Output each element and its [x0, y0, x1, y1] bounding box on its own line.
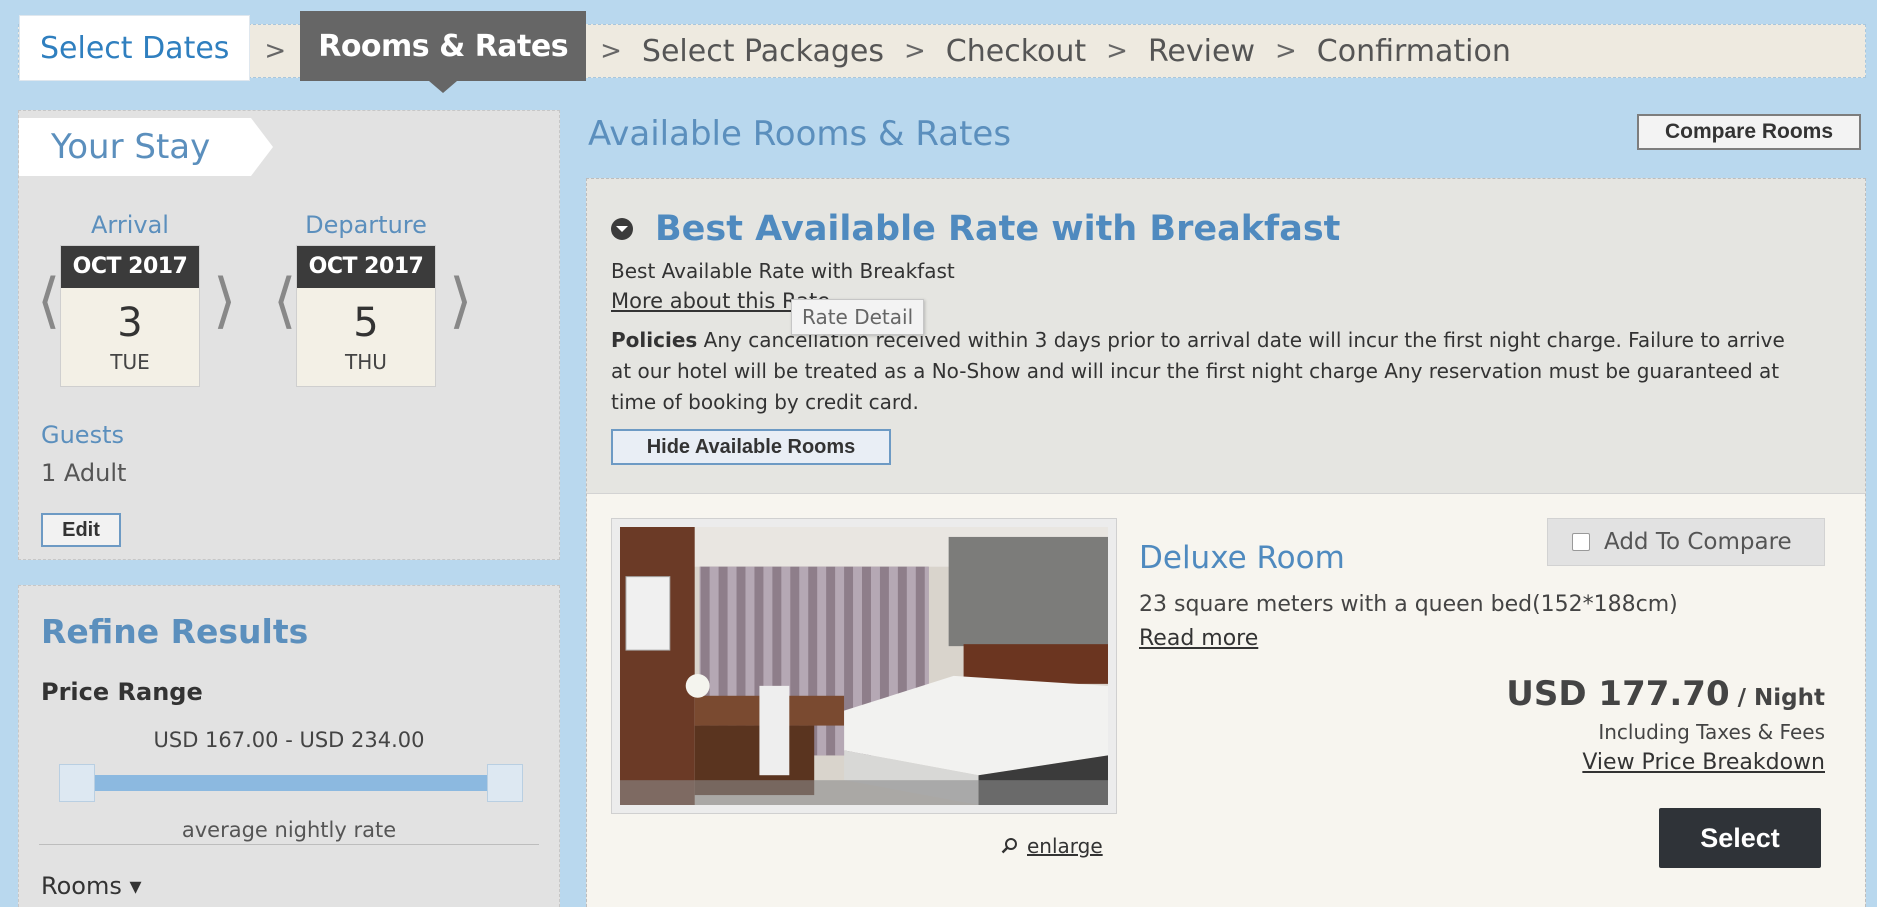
room-description: 23 square meters with a queen bed(152*18…	[1139, 592, 1678, 617]
departure-caption: Departure	[305, 211, 427, 239]
step-review: Review	[1147, 33, 1255, 69]
arrival-day: 3	[117, 300, 143, 346]
rate-header: Best Available Rate with Breakfast	[611, 209, 1340, 249]
view-price-breakdown-link[interactable]: View Price Breakdown	[1582, 750, 1825, 775]
refine-divider	[39, 844, 539, 845]
room-card-deluxe: enlarge Deluxe Room 23 square meters wit…	[587, 493, 1865, 907]
room-name[interactable]: Deluxe Room	[1139, 540, 1345, 576]
booking-steps: Select Dates > Rooms & Rates > Select Pa…	[18, 11, 1866, 93]
step-separator: >	[264, 36, 287, 66]
price-range-label: Price Range	[41, 678, 203, 706]
magnifier-icon	[1001, 838, 1017, 854]
price-range-value: USD 167.00 - USD 234.00	[153, 728, 425, 752]
price-range-slider	[59, 764, 523, 802]
rate-detail-tooltip: Rate Detail	[791, 299, 925, 335]
compare-rooms-button[interactable]: Compare Rooms	[1637, 114, 1861, 150]
policies-text: Any cancellation received within 3 days …	[611, 328, 1785, 414]
refine-results-panel: Refine Results Price Range USD 167.00 - …	[18, 585, 560, 907]
rooms-filter-toggle[interactable]: Rooms ▾	[41, 872, 142, 900]
price-slider-max-handle[interactable]	[487, 764, 523, 802]
collapse-circle-icon[interactable]	[611, 218, 633, 240]
checkbox-icon	[1572, 533, 1590, 551]
arrival-weekday: TUE	[110, 350, 150, 374]
edit-stay-button[interactable]: Edit	[41, 513, 121, 547]
step-separator: >	[1106, 36, 1128, 66]
available-rooms-title: Available Rooms & Rates	[588, 114, 1012, 154]
departure-month: OCT 2017	[297, 246, 435, 288]
guests-value: 1 Adult	[41, 459, 127, 487]
departure-day: 5	[353, 300, 379, 346]
hide-available-rooms-button[interactable]: Hide Available Rooms	[611, 429, 891, 465]
step-separator: >	[600, 36, 622, 66]
add-to-compare-checkbox[interactable]: Add To Compare	[1547, 518, 1825, 566]
step-checkout: Checkout	[945, 33, 1087, 69]
price-unit: / Night	[1729, 685, 1825, 711]
departure-next-icon[interactable]: ⟩	[449, 271, 472, 331]
departure-date: Departure OCT 2017 5 THU	[281, 211, 451, 387]
rate-policies: Policies Any cancellation received withi…	[611, 325, 1791, 418]
your-stay-title: Your Stay	[19, 118, 273, 176]
arrival-caption: Arrival	[91, 211, 169, 239]
arrival-next-icon[interactable]: ⟩	[213, 271, 236, 331]
rate-plan-box: Best Available Rate with Breakfast Best …	[586, 178, 1866, 907]
step-separator: >	[1274, 36, 1297, 66]
price-amount: USD 177.70	[1506, 674, 1730, 714]
step-select-dates[interactable]: Select Dates	[19, 15, 251, 81]
enlarge-link[interactable]: enlarge	[1001, 834, 1103, 858]
departure-calendar[interactable]: OCT 2017 5 THU	[296, 245, 436, 387]
price-slider-track[interactable]	[77, 775, 505, 791]
step-confirmation: Confirmation	[1316, 33, 1511, 69]
arrival-month: OCT 2017	[61, 246, 199, 288]
your-stay-panel: Your Stay ⟨ Arrival OCT 2017 3 TUE ⟩ ⟨ D…	[18, 110, 560, 560]
step-separator: >	[903, 36, 926, 66]
refine-results-title: Refine Results	[41, 612, 309, 651]
average-nightly-rate-label: average nightly rate	[181, 818, 397, 842]
policies-label: Policies	[611, 328, 698, 352]
step-select-packages: Select Packages	[641, 33, 884, 69]
select-room-button[interactable]: Select	[1659, 808, 1821, 868]
room-price: USD 177.70 / Night	[1506, 674, 1825, 714]
rate-title[interactable]: Best Available Rate with Breakfast	[655, 209, 1340, 249]
room-photo-frame[interactable]	[611, 518, 1117, 814]
step-rooms-rates: Rooms & Rates	[300, 11, 587, 93]
enlarge-label: enlarge	[1027, 834, 1103, 858]
add-to-compare-label: Add To Compare	[1604, 529, 1792, 555]
price-slider-min-handle[interactable]	[59, 764, 95, 802]
guests-label: Guests	[41, 421, 124, 449]
room-photo	[620, 527, 1108, 805]
read-more-link[interactable]: Read more	[1139, 626, 1258, 651]
arrival-date: Arrival OCT 2017 3 TUE	[45, 211, 215, 387]
arrival-calendar[interactable]: OCT 2017 3 TUE	[60, 245, 200, 387]
departure-weekday: THU	[345, 350, 387, 374]
rate-subtitle: Best Available Rate with Breakfast	[611, 259, 955, 283]
price-note: Including Taxes & Fees	[1598, 720, 1825, 744]
